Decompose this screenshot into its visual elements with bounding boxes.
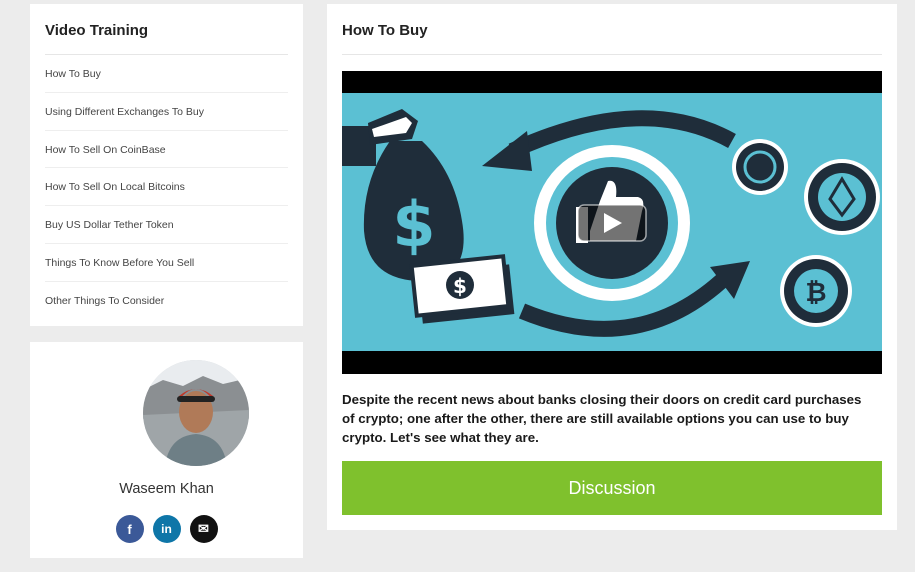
- svg-text:$: $: [453, 274, 467, 298]
- sidebar-item-other-things[interactable]: Other Things To Consider: [45, 282, 288, 320]
- cash-stack-icon: $: [409, 254, 515, 324]
- article-description: Despite the recent news about banks clos…: [342, 392, 862, 445]
- svg-text:₿: ₿: [805, 278, 826, 308]
- sidebar-item-sell-on-coinbase[interactable]: How To Sell On CoinBase: [45, 131, 288, 169]
- main-content-card: How To Buy $ $ ₿ Despite the recent news…: [327, 4, 897, 530]
- social-links: f in ✉: [30, 515, 303, 543]
- sidebar-title: Video Training: [45, 4, 288, 55]
- sidebar-item-sell-on-local-bitcoins[interactable]: How To Sell On Local Bitcoins: [45, 168, 288, 207]
- author-name: Waseem Khan: [119, 481, 214, 497]
- bitcoin-coin-icon: ₿: [780, 255, 852, 327]
- discussion-button[interactable]: Discussion: [342, 461, 882, 515]
- video-thumbnail: $ $ ₿: [342, 71, 882, 374]
- video-training-card: Video Training How To Buy Using Differen…: [30, 4, 303, 326]
- avatar: [143, 360, 249, 466]
- linkedin-icon[interactable]: in: [152, 515, 181, 543]
- sidebar-item-things-to-know[interactable]: Things To Know Before You Sell: [45, 244, 288, 282]
- author-card: Waseem Khan f in ✉: [30, 342, 303, 558]
- training-nav-list: How To Buy Using Different Exchanges To …: [45, 55, 288, 320]
- crypto-coin-icon: [732, 139, 788, 195]
- ethereum-coin-icon: [804, 159, 880, 235]
- video-player[interactable]: $ $ ₿: [342, 71, 882, 374]
- facebook-icon[interactable]: f: [115, 515, 144, 543]
- svg-text:$: $: [392, 188, 435, 261]
- page-title: How To Buy: [342, 4, 882, 55]
- email-icon[interactable]: ✉: [189, 515, 218, 543]
- sidebar-item-how-to-buy[interactable]: How To Buy: [45, 55, 288, 93]
- play-button-icon[interactable]: [577, 204, 647, 242]
- sidebar-item-using-different-exchanges[interactable]: Using Different Exchanges To Buy: [45, 93, 288, 131]
- sidebar-item-buy-tether[interactable]: Buy US Dollar Tether Token: [45, 206, 288, 244]
